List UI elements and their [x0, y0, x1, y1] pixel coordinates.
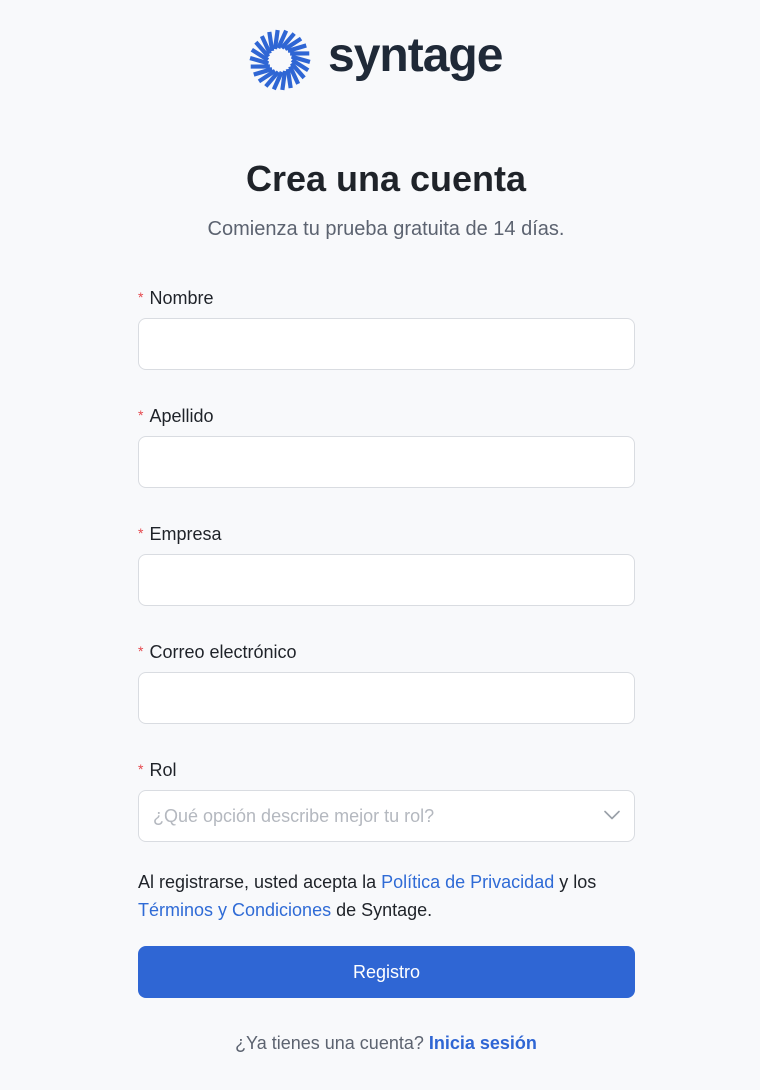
company-label: * Empresa: [138, 524, 222, 544]
required-marker: *: [138, 761, 144, 777]
page-title: Crea una cuenta: [245, 158, 527, 199]
terms-conditions-link[interactable]: Términos y Condiciones: [138, 900, 331, 920]
last-name-label: * Apellido: [138, 406, 214, 426]
chevron-down-icon: [604, 807, 620, 825]
required-marker: *: [138, 643, 144, 659]
brand-name: syntage: [328, 29, 503, 82]
first-name-label: * Nombre: [138, 288, 214, 308]
last-name-input[interactable]: [138, 436, 635, 488]
first-name-input[interactable]: [138, 318, 635, 370]
role-select-placeholder: ¿Qué opción describe mejor tu rol?: [153, 805, 435, 826]
login-prompt: ¿Ya tienes una cuenta? Inicia sesión: [235, 1033, 537, 1053]
first-name-field: * Nombre: [138, 286, 635, 370]
brand-logo: syntage: [248, 28, 503, 92]
role-label: * Rol: [138, 760, 177, 780]
last-name-field: * Apellido: [138, 404, 635, 488]
company-field: * Empresa: [138, 522, 635, 606]
required-marker: *: [138, 525, 144, 541]
privacy-policy-link[interactable]: Política de Privacidad: [381, 872, 554, 892]
email-input[interactable]: [138, 672, 635, 724]
register-button[interactable]: Registro: [138, 946, 635, 998]
sunburst-logo-icon: [248, 28, 312, 92]
email-label: * Correo electrónico: [138, 642, 297, 662]
email-field: * Correo electrónico: [138, 640, 635, 724]
signup-page: syntage Crea una cuenta Comienza tu prue…: [0, 0, 760, 1090]
role-select[interactable]: ¿Qué opción describe mejor tu rol?: [138, 790, 635, 842]
page-subtitle: Comienza tu prueba gratuita de 14 días.: [207, 218, 565, 240]
company-input[interactable]: [138, 554, 635, 606]
role-field: * Rol ¿Qué opción describe mejor tu rol?: [138, 758, 635, 842]
required-marker: *: [138, 407, 144, 423]
login-link[interactable]: Inicia sesión: [429, 1033, 537, 1053]
terms-notice: Al registrarse, usted acepta la Política…: [138, 872, 597, 920]
required-marker: *: [138, 289, 144, 305]
